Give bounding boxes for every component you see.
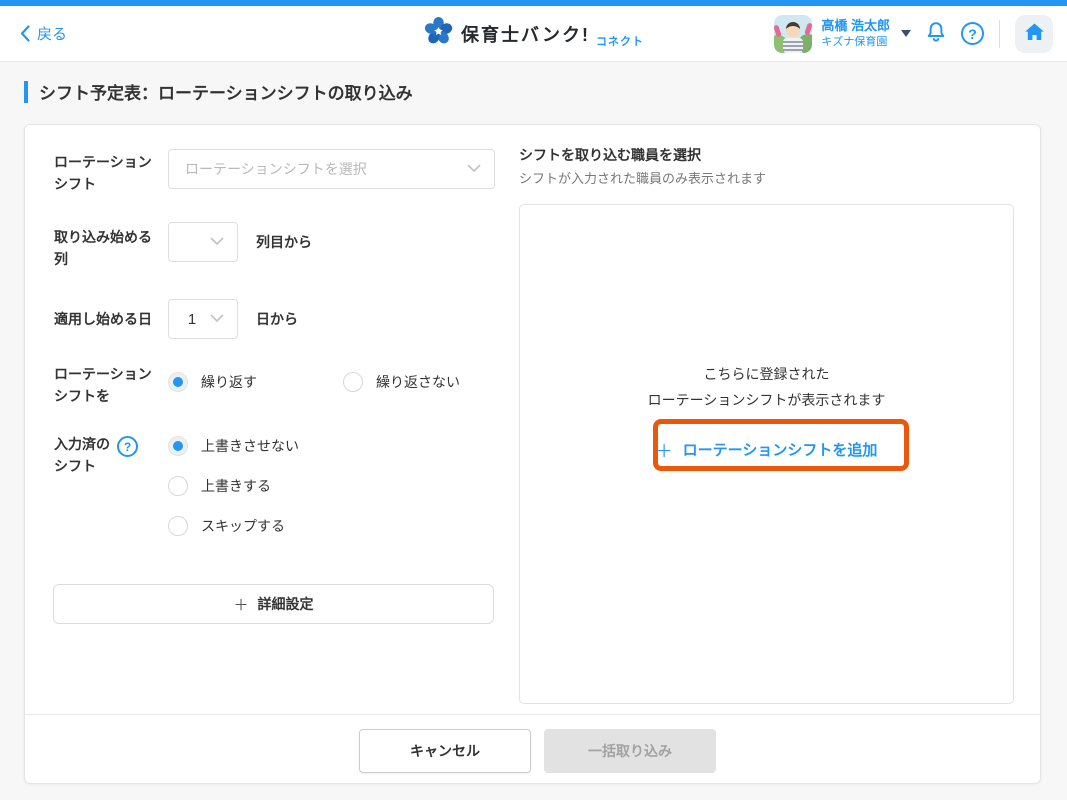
page-title-row: シフト予定表：ローテーションシフトの取り込み — [24, 79, 413, 104]
start-day-select[interactable]: 1 — [168, 299, 238, 339]
staff-panel-subtitle: シフトが入力された職員のみ表示されます — [519, 168, 766, 187]
radio-skip[interactable]: スキップする — [168, 516, 285, 536]
add-rotation-shift-button[interactable]: ＋ ローテーションシフトを追加 — [656, 437, 878, 462]
back-button[interactable]: 戻る — [20, 23, 67, 44]
home-button[interactable] — [1015, 15, 1053, 53]
logo-title: 保育士バンク! — [461, 21, 590, 47]
radio-overwrite[interactable]: 上書きする — [168, 476, 271, 496]
bell-icon — [924, 20, 948, 47]
radio-repeat[interactable]: 繰り返す — [168, 372, 257, 392]
start-column-label: 取り込み始める 列 — [54, 226, 152, 270]
page-title: シフト予定表：ローテーションシフトの取り込み — [39, 79, 413, 104]
staff-panel-title: シフトを取り込む職員を選択 — [519, 145, 701, 165]
caret-down-icon — [901, 30, 911, 37]
user-name: 高橋 浩太郎 — [821, 17, 890, 35]
staff-panel: こちらに登録された ローテーションシフトが表示されます ＋ ローテーションシフト… — [519, 204, 1014, 704]
app-logo: 保育士バンク! コネクト — [423, 16, 644, 51]
help-button[interactable]: ? — [961, 22, 984, 45]
logo-flower-icon — [423, 16, 453, 51]
start-column-suffix: 列目から — [256, 222, 312, 262]
logo-badge: コネクト — [596, 33, 644, 51]
chevron-left-icon — [20, 25, 30, 42]
radio-selected-icon — [168, 436, 188, 456]
repeat-label: ローテーション シフトを — [54, 363, 152, 407]
radio-no-overwrite[interactable]: 上書きさせない — [168, 436, 299, 456]
existing-shift-label: 入力済の シフト — [54, 433, 110, 477]
notifications-button[interactable] — [924, 20, 948, 47]
rotation-shift-select[interactable]: ローテーションシフトを選択 — [168, 149, 495, 189]
empty-state: こちらに登録された ローテーションシフトが表示されます ＋ ローテーションシフト… — [520, 205, 1013, 703]
advanced-settings-button[interactable]: ＋ 詳細設定 — [53, 584, 494, 624]
chevron-down-icon — [210, 310, 224, 328]
home-icon — [1024, 22, 1045, 45]
header-divider — [999, 20, 1000, 48]
radio-unselected-icon — [168, 476, 188, 496]
app-header: 戻る 保育士バンク! コネクト — [0, 6, 1067, 62]
help-icon[interactable]: ? — [117, 436, 138, 457]
rotation-shift-placeholder: ローテーションシフトを選択 — [169, 159, 367, 179]
question-icon: ? — [961, 22, 984, 45]
start-day-suffix: 日から — [256, 299, 298, 339]
user-org: キズナ保育園 — [821, 35, 890, 50]
radio-selected-icon — [168, 372, 188, 392]
chevron-down-icon — [467, 160, 481, 178]
bulk-import-button[interactable]: 一括取り込み — [544, 729, 716, 773]
plus-icon: ＋ — [233, 594, 248, 615]
radio-unselected-icon — [168, 516, 188, 536]
plus-icon: ＋ — [656, 437, 673, 462]
cancel-button[interactable]: キャンセル — [359, 729, 531, 773]
title-accent-bar — [24, 81, 28, 103]
empty-state-line2: ローテーションシフトが表示されます — [648, 387, 886, 413]
start-day-label: 適用し始める日 — [54, 308, 152, 330]
chevron-down-icon — [210, 233, 224, 251]
back-label: 戻る — [37, 23, 67, 44]
rotation-shift-label: ローテーション シフト — [54, 151, 152, 195]
start-column-select[interactable] — [168, 222, 238, 262]
empty-state-line1: こちらに登録された — [704, 361, 830, 387]
start-day-value: 1 — [169, 311, 237, 328]
avatar — [774, 15, 812, 53]
radio-unselected-icon — [343, 372, 363, 392]
import-settings-card: ローテーション シフト ローテーションシフトを選択 取り込み始める 列 列目から… — [24, 124, 1041, 784]
radio-no-repeat[interactable]: 繰り返さない — [343, 372, 460, 392]
footer-divider — [25, 714, 1040, 715]
user-menu[interactable]: 高橋 浩太郎 キズナ保育園 — [774, 15, 911, 53]
